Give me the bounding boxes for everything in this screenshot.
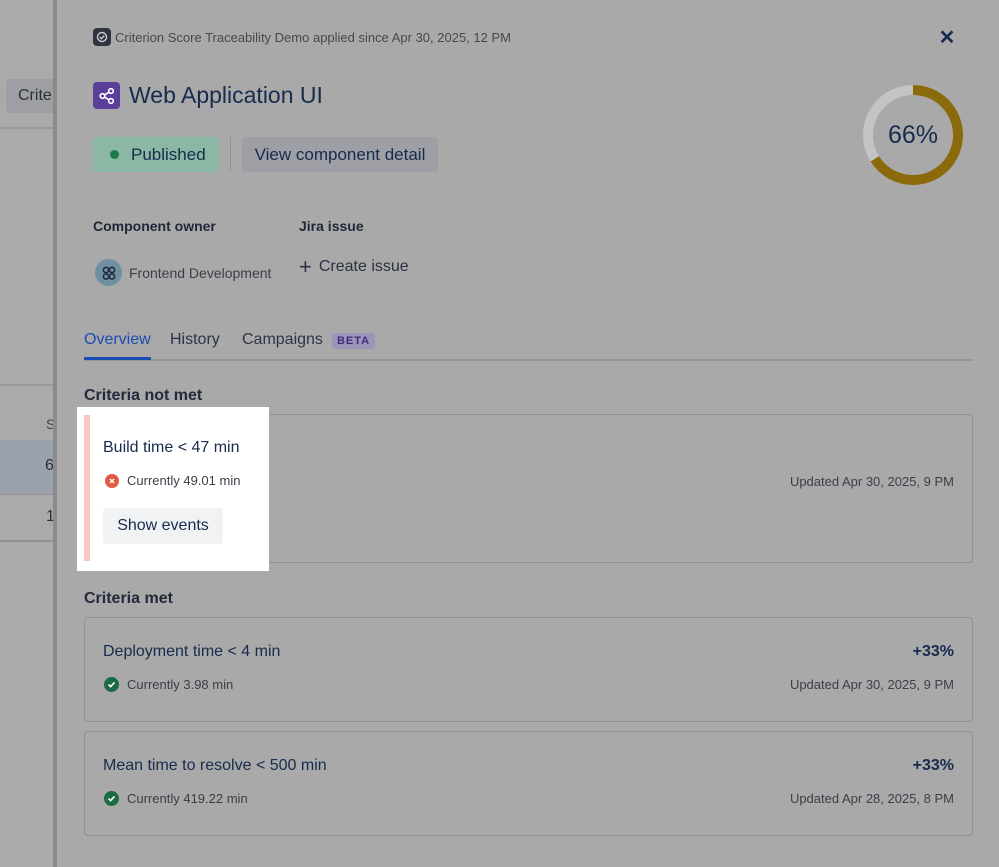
show-events-button[interactable]: Show events [103, 508, 223, 544]
beta-badge: BETA [331, 333, 376, 349]
close-icon[interactable]: ✕ [936, 27, 958, 49]
applied-text: Criterion Score Traceability Demo applie… [115, 29, 511, 45]
background-table-row[interactable]: 6 [0, 440, 54, 495]
owner-name: Frontend Development [129, 264, 272, 281]
scorecard-icon [93, 28, 111, 46]
tab-bar: Overview History Campaigns BETA [84, 331, 973, 361]
criteria-met-heading: Criteria met [84, 590, 173, 607]
tab-campaigns-label: Campaigns [242, 331, 323, 348]
current-value: Currently 419.22 min [127, 791, 248, 806]
background-divider [0, 127, 54, 129]
background-divider [0, 384, 54, 386]
create-issue-label: Create issue [318, 258, 409, 275]
tab-history[interactable]: History [170, 331, 220, 359]
component-owner[interactable]: Frontend Development [95, 259, 271, 286]
tab-overview[interactable]: Overview [84, 331, 151, 360]
check-circle-icon [104, 677, 119, 692]
owner-heading: Component owner [93, 218, 216, 234]
criterion-status: Currently 419.22 min [104, 791, 248, 806]
status-badge: Published [93, 137, 219, 172]
divider [230, 137, 231, 171]
share-icon [93, 82, 120, 109]
background-table-row[interactable]: 1 [0, 495, 55, 542]
view-component-detail-button[interactable]: View component detail [242, 137, 438, 172]
status-label: Published [131, 144, 206, 164]
error-accent-bar [84, 415, 90, 561]
current-value: Currently 49.01 min [127, 473, 241, 488]
error-icon [105, 473, 119, 488]
applied-banner: Criterion Score Traceability Demo applie… [93, 28, 511, 46]
criterion-status: Currently 3.98 min [104, 677, 233, 692]
component-title-row: Web Application UI [93, 82, 323, 109]
status-dot-icon [110, 150, 119, 159]
criterion-name: Mean time to resolve < 500 min [103, 757, 327, 774]
create-issue-button[interactable]: + Create issue [299, 254, 409, 279]
tab-campaigns[interactable]: Campaigns BETA [242, 331, 376, 359]
criterion-card-met: Mean time to resolve < 500 min +33% Curr… [84, 731, 973, 836]
criterion-status: Currently 49.01 min [105, 473, 240, 488]
criterion-weight: +33% [912, 757, 954, 774]
updated-text: Updated Apr 30, 2025, 9 PM [789, 474, 954, 489]
spotlight-highlight [77, 407, 269, 571]
score-label: 66% [887, 120, 939, 149]
jira-heading: Jira issue [299, 218, 364, 234]
current-value: Currently 3.98 min [127, 677, 234, 692]
team-avatar [95, 259, 122, 286]
plus-icon: + [299, 254, 312, 279]
criterion-card-met: Deployment time < 4 min +33% Currently 3… [84, 617, 973, 722]
background-page [0, 0, 54, 867]
criterion-weight: +33% [912, 643, 954, 660]
updated-text: Updated Apr 30, 2025, 9 PM [789, 677, 954, 692]
page-title: Web Application UI [129, 82, 323, 108]
criterion-name: Deployment time < 4 min [103, 643, 281, 660]
criterion-name: Build time < 47 min [103, 439, 240, 456]
criteria-not-met-heading: Criteria not met [84, 387, 203, 404]
check-circle-icon [104, 791, 119, 806]
updated-text: Updated Apr 28, 2025, 8 PM [789, 791, 954, 806]
